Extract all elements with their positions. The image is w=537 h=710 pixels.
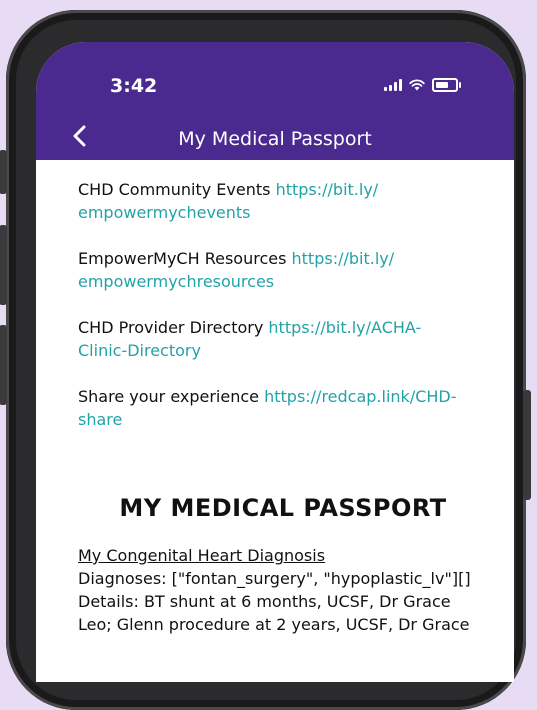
phone-screen: 3:42 My Medical Passport CHD Community E… <box>36 42 514 682</box>
details-text-line1: Details: BT shunt at 6 months, UCSF, Dr … <box>78 592 451 611</box>
side-button-power <box>523 390 531 500</box>
signal-icon <box>384 79 402 91</box>
wifi-icon <box>409 79 425 91</box>
resource-label: EmpowerMyCH Resources <box>78 249 292 268</box>
status-time: 3:42 <box>110 75 158 97</box>
resource-label: Share your experience <box>78 387 265 406</box>
side-button-mute <box>0 150 7 194</box>
resource-community-events: CHD Community Events https://bit.ly/empo… <box>78 178 488 224</box>
resource-label: CHD Provider Directory <box>78 318 269 337</box>
phone-frame: 3:42 My Medical Passport CHD Community E… <box>0 10 531 710</box>
status-icons <box>384 78 461 92</box>
page-title: My Medical Passport <box>178 128 372 150</box>
diagnosis-section-title: My Congenital Heart Diagnosis <box>78 546 326 565</box>
side-button-volume-down <box>0 325 7 405</box>
battery-icon <box>432 78 461 92</box>
details-text-line2: Leo; Glenn procedure at 2 years, UCSF, D… <box>78 615 470 634</box>
resource-share-experience: Share your experience https://redcap.lin… <box>78 385 488 431</box>
resource-empowermych: EmpowerMyCH Resources https://bit.ly/emp… <box>78 247 488 293</box>
passport-heading: MY MEDICAL PASSPORT <box>119 494 447 522</box>
resource-provider-directory: CHD Provider Directory https://bit.ly/AC… <box>78 316 488 362</box>
passport-content: CHD Community Events https://bit.ly/empo… <box>78 178 488 636</box>
app-header: 3:42 My Medical Passport <box>36 42 514 160</box>
diagnoses-text: Diagnoses: ["fontan_surgery", "hypoplast… <box>78 569 471 588</box>
resource-label: CHD Community Events <box>78 180 276 199</box>
side-button-volume-up <box>0 225 7 305</box>
